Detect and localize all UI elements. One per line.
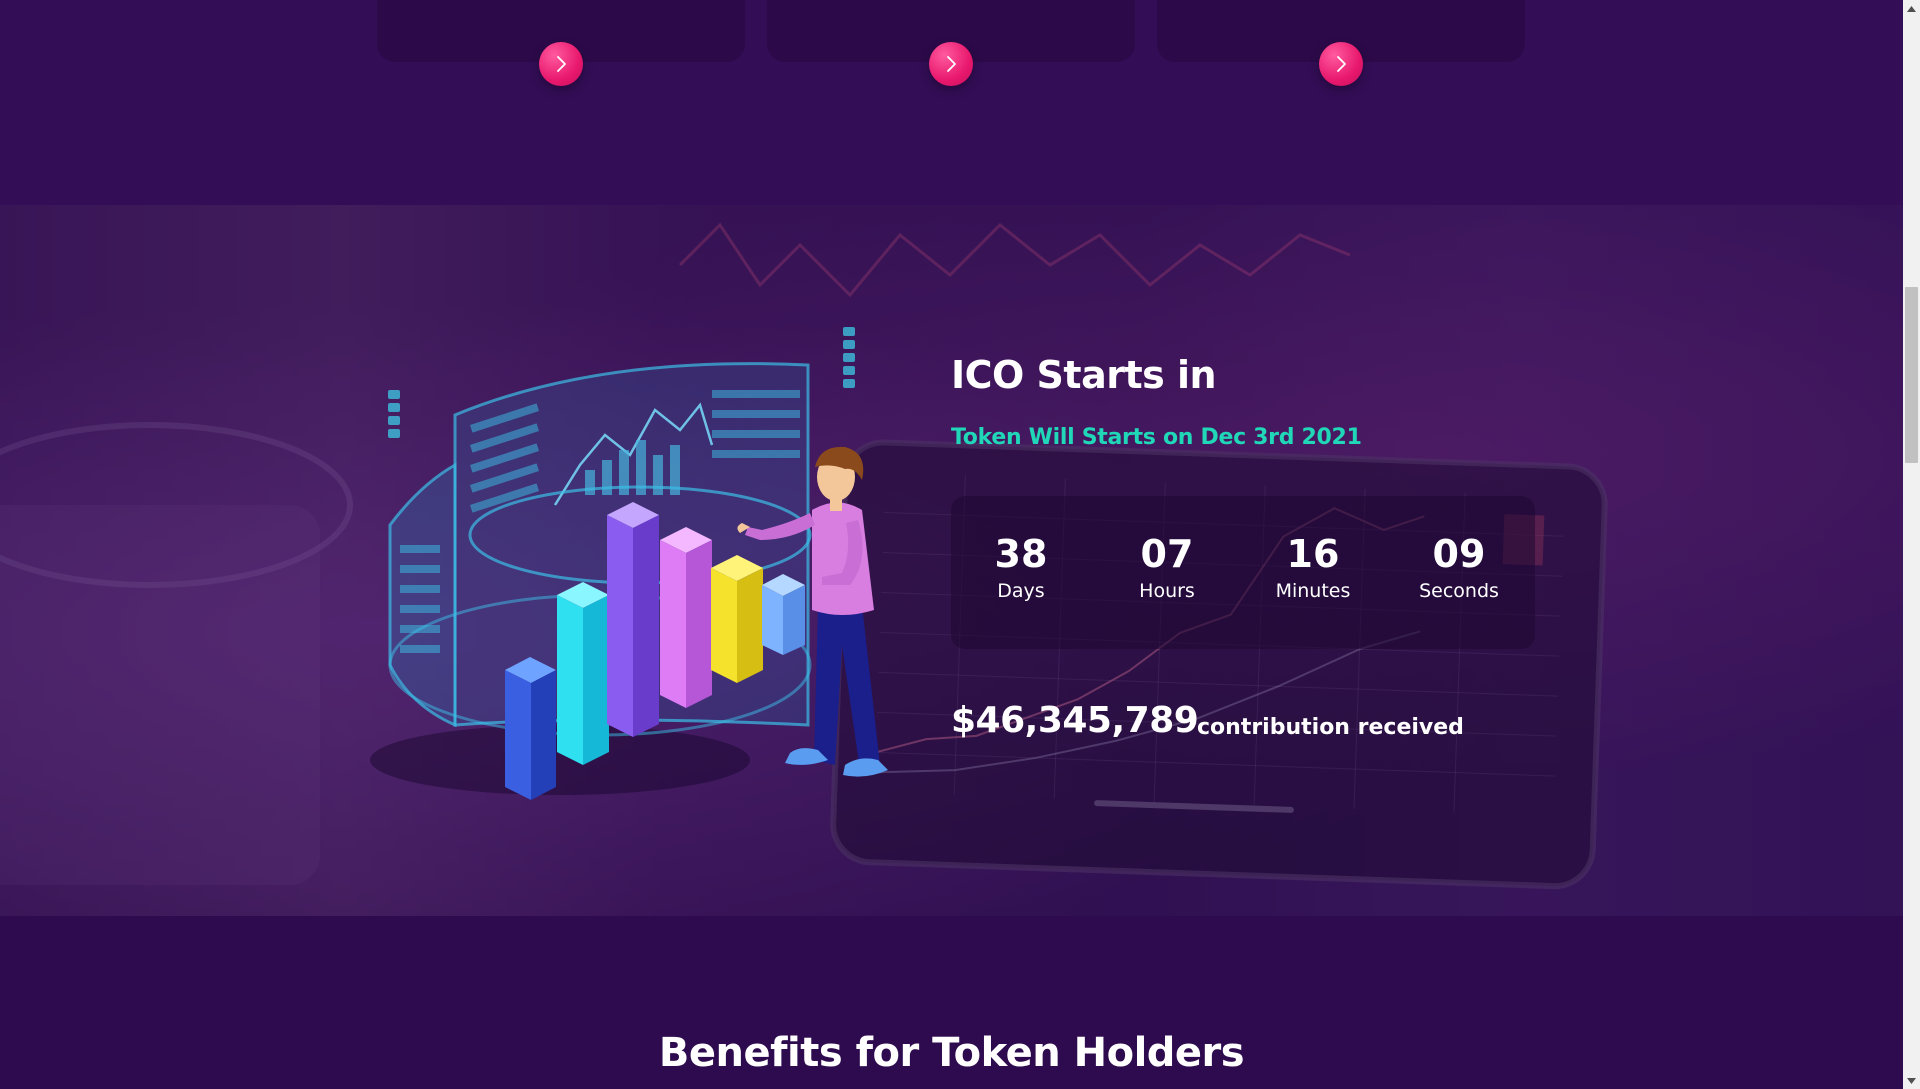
countdown-days-value: 38 xyxy=(994,532,1048,576)
scroll-down-button[interactable] xyxy=(1903,1072,1920,1089)
countdown-timer: 38 Days 07 Hours 16 Minutes 09 Seconds xyxy=(951,496,1535,649)
triangle-down-icon xyxy=(1907,1077,1916,1084)
contribution-amount: $46,345,789 xyxy=(951,700,1199,741)
triangle-up-icon xyxy=(1907,5,1916,12)
page: ICO Starts in Token Will Starts on Dec 3… xyxy=(0,0,1903,1089)
ico-start-date: Token Will Starts on Dec 3rd 2021 xyxy=(951,425,1362,450)
ico-title: ICO Starts in xyxy=(951,353,1217,397)
scrollbar-thumb[interactable] xyxy=(1905,287,1918,463)
chevron-right-icon xyxy=(557,56,566,72)
countdown-days-label: Days xyxy=(997,580,1045,602)
benefits-section: Benefits for Token Holders xyxy=(0,916,1903,1089)
card-arrow-button[interactable] xyxy=(539,42,583,86)
countdown-seconds: 09 Seconds xyxy=(1389,532,1529,602)
chevron-right-icon xyxy=(1337,56,1346,72)
countdown-hours-value: 07 xyxy=(1140,532,1194,576)
benefits-title: Benefits for Token Holders xyxy=(658,1030,1245,1076)
scroll-up-button[interactable] xyxy=(1903,0,1920,17)
countdown-hours: 07 Hours xyxy=(1097,532,1237,602)
countdown-hours-label: Hours xyxy=(1139,580,1195,602)
ico-countdown-section: ICO Starts in Token Will Starts on Dec 3… xyxy=(0,205,1903,916)
countdown-days: 38 Days xyxy=(951,532,1091,602)
countdown-seconds-label: Seconds xyxy=(1419,580,1499,602)
countdown-minutes-label: Minutes xyxy=(1275,580,1351,602)
countdown-minutes: 16 Minutes xyxy=(1243,532,1383,602)
countdown-seconds-value: 09 xyxy=(1432,532,1486,576)
vertical-scrollbar[interactable] xyxy=(1903,0,1920,1089)
contribution-label: contribution received xyxy=(1197,715,1464,740)
chevron-right-icon xyxy=(947,56,956,72)
card-arrow-button[interactable] xyxy=(1319,42,1363,86)
feature-cards-row xyxy=(0,0,1903,205)
countdown-minutes-value: 16 xyxy=(1286,532,1340,576)
card-arrow-button[interactable] xyxy=(929,42,973,86)
